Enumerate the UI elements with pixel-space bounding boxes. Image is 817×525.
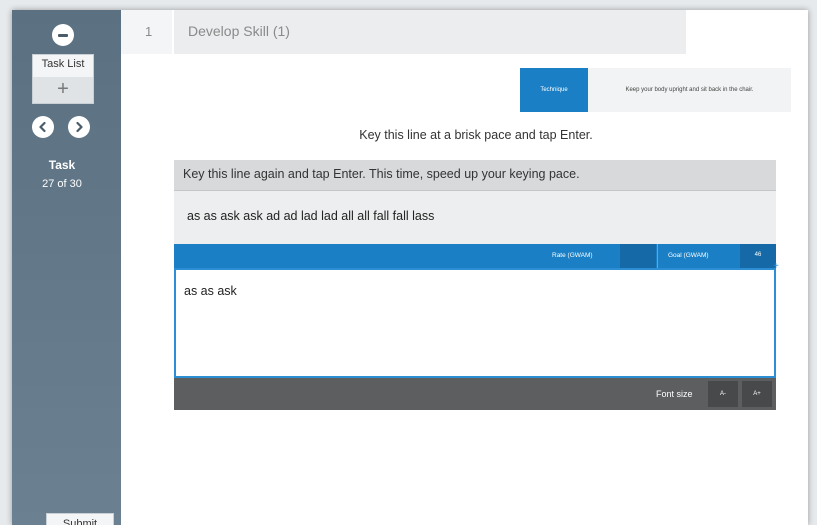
task-progress-count: 27 of 30 bbox=[42, 178, 82, 190]
goal-value: 46 bbox=[740, 244, 776, 268]
font-size-bar: Font size A- A+ bbox=[174, 378, 776, 410]
app-window: Task List + Task 27 of 30 Submit 1 Devel… bbox=[12, 10, 808, 525]
technique-button[interactable]: Technique bbox=[520, 68, 588, 112]
chevron-left-icon bbox=[39, 121, 46, 133]
task-list-panel[interactable]: Task List + bbox=[32, 54, 94, 104]
stats-bar: Rate (GWAM) Goal (GWAM) 46 bbox=[174, 244, 776, 268]
collapse-sidebar-button[interactable] bbox=[52, 24, 74, 46]
font-decrease-button[interactable]: A- bbox=[708, 381, 738, 407]
technique-tip-text: Keep your body upright and sit back in t… bbox=[588, 68, 791, 112]
font-increase-button[interactable]: A+ bbox=[742, 381, 772, 407]
chevron-right-icon bbox=[76, 121, 83, 133]
previous-task-button[interactable] bbox=[32, 116, 54, 138]
submit-button[interactable]: Submit bbox=[46, 513, 114, 525]
typing-input[interactable]: as as ask bbox=[174, 268, 776, 378]
page-title: Develop Skill (1) bbox=[188, 23, 290, 39]
font-size-label: Font size bbox=[656, 389, 693, 399]
stats-divider bbox=[657, 244, 658, 268]
next-task-button[interactable] bbox=[68, 116, 90, 138]
step-number: 1 bbox=[145, 24, 153, 39]
prompt-header: Key this line again and tap Enter. This … bbox=[174, 160, 776, 191]
goal-label: Goal (GWAM) bbox=[668, 252, 709, 259]
minus-icon bbox=[58, 33, 68, 37]
task-list-label: Task List bbox=[41, 58, 85, 70]
source-line-panel: as as ask ask ad ad lad lad all all fall… bbox=[174, 191, 776, 244]
task-heading: Task bbox=[48, 158, 76, 172]
sidebar: Task List + Task 27 of 30 Submit bbox=[12, 10, 121, 525]
rate-label: Rate (GWAM) bbox=[552, 252, 593, 259]
prompt-header-text: Key this line again and tap Enter. This … bbox=[183, 167, 580, 181]
rate-value bbox=[620, 244, 656, 268]
plus-icon[interactable]: + bbox=[33, 77, 93, 103]
source-line-text: as as ask ask ad ad lad lad all all fall… bbox=[187, 209, 435, 223]
instruction-text: Key this line at a brisk pace and tap En… bbox=[359, 128, 593, 142]
